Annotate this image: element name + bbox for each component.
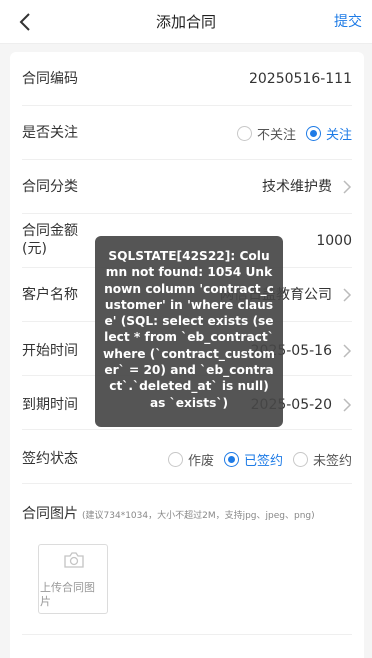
follow-label: 是否关注 <box>22 125 78 141</box>
radio-circle-icon <box>292 452 308 467</box>
camera-icon <box>64 552 84 568</box>
radio-not-follow[interactable]: 不关注 <box>236 124 296 143</box>
radio-circle-icon <box>236 126 252 141</box>
upload-image-button[interactable]: 上传合同图片 <box>38 544 108 614</box>
start-date-label: 开始时间 <box>22 343 78 359</box>
follow-radio-group: 不关注 关注 <box>227 124 352 143</box>
images-label: 合同图片 <box>22 506 78 522</box>
radio-label: 未签约 <box>312 454 352 469</box>
sign-status-radio-group: 作废 已签约 未签约 <box>158 450 352 469</box>
follow-row: 是否关注 不关注 关注 <box>22 106 352 160</box>
radio-label: 关注 <box>325 128 352 143</box>
customer-label: 客户名称 <box>22 287 78 303</box>
error-toast: SQLSTATE[42S22]: Column not found: 1054 … <box>95 236 283 427</box>
radio-void[interactable]: 作废 <box>167 450 214 469</box>
upload-label: 上传合同图片 <box>40 581 95 608</box>
radio-label: 作废 <box>187 454 214 469</box>
images-section-title: 合同图片 (建议734*1034，大小不超过2M，支持jpg、jpeg、png) <box>22 503 315 523</box>
amount-label: 合同金额 (元) <box>22 223 78 257</box>
category-value: 技术维护费 <box>262 179 332 195</box>
radio-checked-icon <box>223 452 239 467</box>
chevron-right-icon <box>343 180 352 194</box>
sign-status-row: 签约状态 作废 已签约 未签约 <box>22 430 352 484</box>
radio-label: 已签约 <box>243 454 283 469</box>
chevron-right-icon <box>343 288 352 302</box>
end-date-label: 到期时间 <box>22 397 78 413</box>
chevron-right-icon <box>343 344 352 358</box>
radio-follow[interactable]: 关注 <box>305 124 352 143</box>
radio-unsigned[interactable]: 未签约 <box>292 450 352 469</box>
contract-no-value[interactable]: 20250516-111 <box>249 70 352 88</box>
category-row[interactable]: 合同分类 技术维护费 <box>22 160 352 214</box>
sign-status-label: 签约状态 <box>22 451 78 467</box>
images-hint: (建议734*1034，大小不超过2M，支持jpg、jpeg、png) <box>82 511 315 521</box>
radio-label: 不关注 <box>256 128 296 143</box>
radio-signed[interactable]: 已签约 <box>223 450 283 469</box>
page-title: 添加合同 <box>155 13 216 31</box>
chevron-right-icon <box>343 398 352 412</box>
divider <box>22 634 352 635</box>
nav-bar: 添加合同 提交 <box>0 0 372 44</box>
category-label: 合同分类 <box>22 179 78 195</box>
radio-checked-icon <box>305 126 321 141</box>
contract-no-row[interactable]: 合同编码 20250516-111 <box>22 52 352 106</box>
submit-button[interactable]: 提交 <box>334 11 362 31</box>
amount-value[interactable]: 1000 <box>316 232 352 250</box>
contract-no-label: 合同编码 <box>22 71 78 87</box>
radio-circle-icon <box>167 452 183 467</box>
